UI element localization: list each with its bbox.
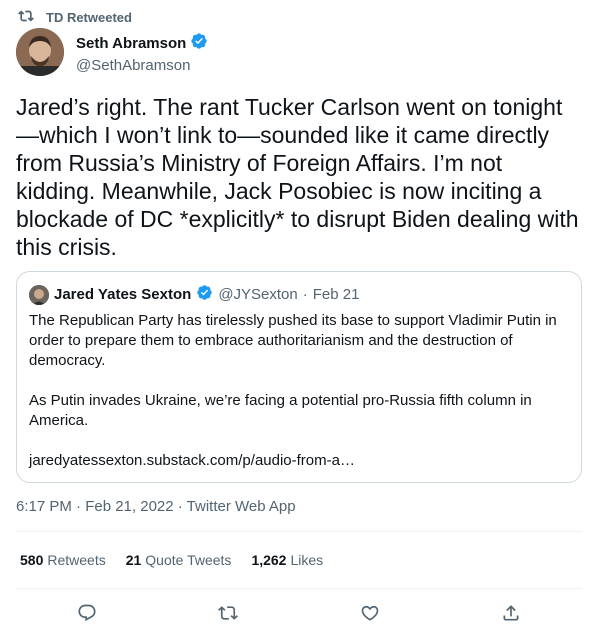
like-button[interactable] bbox=[353, 598, 387, 632]
quoted-link: jaredyatessexton.substack.com/p/audio-fr… bbox=[29, 452, 355, 469]
quoted-date: Feb 21 bbox=[312, 286, 360, 303]
separator-dot: · bbox=[302, 286, 308, 303]
retweets-stat[interactable]: 580 Retweets bbox=[20, 552, 106, 568]
author-display-name[interactable]: Seth Abramson bbox=[76, 35, 186, 52]
retweet-label: TD Retweeted bbox=[46, 10, 132, 25]
quote-tweets-count: 21 bbox=[125, 552, 142, 568]
verified-badge-icon bbox=[190, 32, 208, 55]
reply-button[interactable] bbox=[70, 598, 104, 632]
action-bar bbox=[16, 598, 582, 632]
timestamp-text: 6:17 PM · Feb 21, 2022 · Twitter Web App bbox=[16, 498, 296, 515]
quoted-tweet[interactable]: Jared Yates Sexton @JYSexton · Feb 21 Th… bbox=[16, 271, 582, 483]
quoted-paragraph-2: As Putin invades Ukraine, we’re facing a… bbox=[29, 392, 532, 429]
retweet-icon bbox=[218, 603, 239, 628]
quote-tweets-label: Quote Tweets bbox=[145, 552, 232, 568]
tweet-stats: 580 Retweets 21 Quote Tweets 1,262 Likes bbox=[20, 552, 323, 568]
heart-icon bbox=[360, 603, 380, 628]
share-icon bbox=[501, 603, 521, 628]
likes-stat[interactable]: 1,262 Likes bbox=[251, 552, 323, 568]
divider bbox=[16, 588, 582, 589]
likes-count: 1,262 bbox=[251, 552, 287, 568]
retweets-count: 580 bbox=[20, 552, 44, 568]
share-button[interactable] bbox=[494, 598, 528, 632]
likes-label: Likes bbox=[290, 552, 324, 568]
divider bbox=[16, 531, 582, 532]
quoted-handle: @JYSexton bbox=[218, 286, 298, 303]
quoted-display-name: Jared Yates Sexton bbox=[54, 286, 192, 303]
retweet-context[interactable]: TD Retweeted bbox=[18, 8, 132, 27]
quoted-paragraph-1: The Republican Party has tirelessly push… bbox=[29, 312, 557, 369]
retweet-icon bbox=[18, 8, 34, 27]
tweet-timestamp[interactable]: 6:17 PM · Feb 21, 2022 · Twitter Web App bbox=[16, 498, 296, 515]
tweet-author[interactable]: Seth Abramson @SethAbramson bbox=[16, 28, 208, 76]
tweet-text: Jared’s right. The rant Tucker Carlson w… bbox=[16, 94, 585, 260]
reply-icon bbox=[77, 603, 97, 628]
quoted-avatar bbox=[29, 284, 49, 305]
retweets-label: Retweets bbox=[47, 552, 106, 568]
retweet-button[interactable] bbox=[211, 598, 245, 632]
verified-badge-icon bbox=[196, 284, 213, 305]
avatar[interactable] bbox=[16, 28, 64, 76]
quote-tweets-stat[interactable]: 21 Quote Tweets bbox=[126, 552, 232, 568]
author-handle[interactable]: @SethAbramson bbox=[76, 57, 208, 74]
